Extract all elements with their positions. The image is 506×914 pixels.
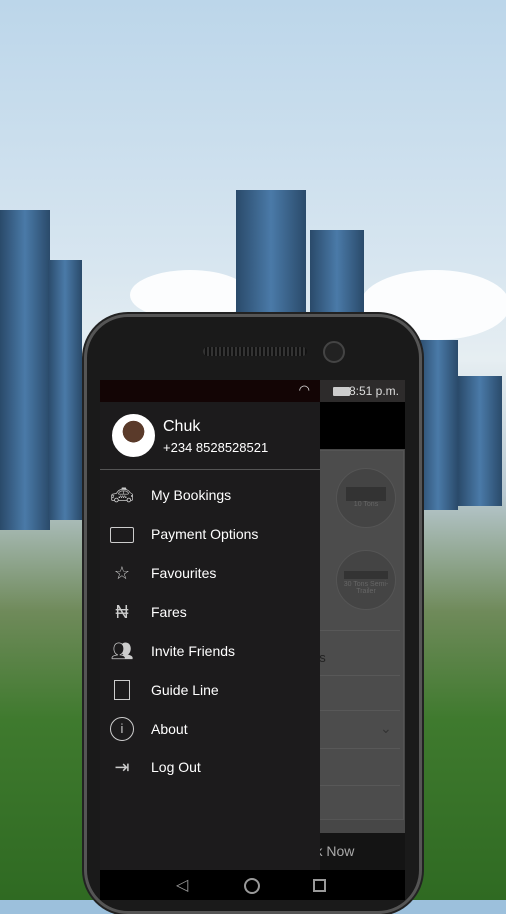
vehicle-option-10-tons[interactable]: 10 Tons: [336, 468, 396, 528]
menu-item-favourites[interactable]: ☆ Favourites: [100, 555, 320, 591]
menu-item-guide-line[interactable]: Guide Line: [100, 672, 320, 708]
credit-card-icon: [110, 522, 134, 546]
menu-item-invite-friends[interactable]: 👥︎ Invite Friends: [100, 633, 320, 669]
guide-book-icon: [110, 678, 134, 702]
avatar: [112, 414, 155, 457]
profile-name: Chuk: [163, 418, 201, 435]
app-screen: 8:51 p.m. 10 Tons 30 Tons Semi-Trailer o…: [100, 380, 405, 900]
menu-item-label: About: [151, 721, 188, 737]
front-camera: [323, 341, 345, 363]
menu-item-label: My Bookings: [151, 487, 232, 503]
menu-item-label: Favourites: [151, 565, 217, 581]
drawer-status-bar: ◠: [100, 380, 320, 402]
menu-item-my-bookings[interactable]: 🚕︎ My Bookings: [100, 477, 320, 513]
menu-item-label: Fares: [151, 604, 187, 620]
wifi-icon: ◠: [298, 382, 310, 397]
menu-item-log-out[interactable]: ⇥ Log Out: [100, 749, 320, 785]
navigation-bar: ◁: [100, 870, 405, 900]
menu-item-about[interactable]: i About: [100, 711, 320, 747]
taxi-icon: 🚕︎: [110, 485, 134, 505]
users-icon: 👥︎: [110, 641, 134, 661]
vehicle-label: 10 Tons: [353, 501, 379, 508]
menu-item-label: Guide Line: [151, 682, 219, 698]
menu-item-payment-options[interactable]: Payment Options: [100, 516, 320, 552]
recents-icon[interactable]: [313, 879, 326, 892]
status-time: 8:51 p.m.: [348, 384, 399, 398]
info-icon: i: [110, 717, 134, 741]
star-icon: ☆: [113, 563, 131, 583]
battery-icon: [333, 387, 350, 396]
profile-header[interactable]: Chuk +234 8528528521: [100, 402, 320, 470]
navigation-drawer: ◠ Chuk +234 8528528521 🚕︎ My Bookings Pay…: [100, 380, 320, 870]
speaker-grille: [203, 347, 307, 356]
vehicle-label: 30 Tons Semi-Trailer: [343, 581, 389, 595]
logout-icon: ⇥: [114, 757, 130, 777]
menu-item-label: Payment Options: [151, 526, 259, 542]
home-icon[interactable]: [244, 878, 260, 894]
back-icon[interactable]: ◁: [176, 875, 188, 895]
chevron-down-icon[interactable]: ⌄: [380, 720, 392, 737]
naira-icon: ₦: [115, 602, 129, 622]
menu-item-fares[interactable]: ₦ Fares: [100, 594, 320, 630]
menu-item-label: Invite Friends: [151, 643, 236, 659]
vehicle-option-30-tons[interactable]: 30 Tons Semi-Trailer: [336, 550, 396, 610]
profile-phone: +234 8528528521: [163, 440, 269, 455]
menu-item-label: Log Out: [151, 759, 201, 775]
